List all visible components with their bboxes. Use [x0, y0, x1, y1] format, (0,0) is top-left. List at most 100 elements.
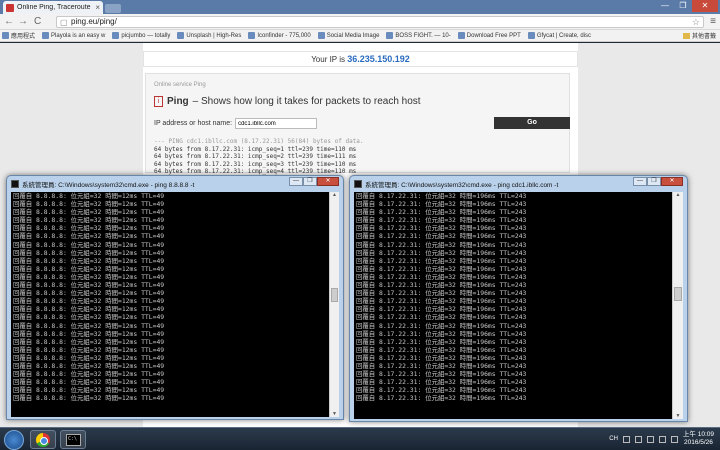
console-line: 回覆自 8.17.22.31: 位元組=32 時間=196ms TTL=243	[356, 240, 527, 249]
taskbar: C:\ CH 上午 10:09 2016/5/26	[0, 427, 720, 450]
console-line: 回覆自 8.17.22.31: 位元組=32 時間=196ms TTL=243	[356, 345, 527, 354]
service-title: i Ping – Shows how long it takes for pac…	[154, 96, 421, 107]
console-window-controls: — ❐ ✕	[289, 177, 339, 186]
taskbar-chrome-button[interactable]	[30, 430, 56, 449]
console-line: 回覆自 8.8.8.8: 位元組=32 時間=12ms TTL=49	[13, 248, 165, 257]
browser-toolbar: ← → C ▢ ping.eu/ping/ ☆ ≡	[0, 14, 720, 30]
console-line: 回覆自 8.17.22.31: 位元組=32 時間=196ms TTL=243	[356, 361, 527, 370]
service-name: Ping	[167, 96, 189, 107]
tab-close-icon[interactable]: ×	[95, 3, 100, 12]
new-tab-button[interactable]	[105, 4, 121, 13]
ip-banner: Your IP is 36.235.150.192	[143, 51, 578, 67]
bookmark-item[interactable]: Social Media Image	[317, 32, 379, 39]
scroll-down-icon[interactable]: ▼	[673, 413, 683, 419]
bookmark-favicon-icon	[527, 32, 535, 39]
network-icon[interactable]	[658, 435, 666, 443]
bookmark-favicon-icon	[112, 32, 120, 39]
address-bar[interactable]: ▢ ping.eu/ping/ ☆	[56, 16, 704, 28]
service-description: – Shows how long it takes for packets to…	[192, 96, 421, 107]
minimize-button[interactable]: —	[289, 177, 303, 186]
console-window-controls: — ❐ ✕	[633, 177, 683, 186]
browser-tab[interactable]: Online Ping, Traceroute ×	[3, 1, 103, 14]
keyboard-icon[interactable]	[622, 435, 630, 443]
cmd-icon	[354, 179, 362, 188]
back-arrow-icon[interactable]: ←	[4, 16, 14, 27]
language-indicator[interactable]: CH	[609, 436, 618, 442]
scroll-up-icon[interactable]: ▲	[330, 192, 339, 198]
console-line: 回覆自 8.17.22.31: 位元組=32 時間=196ms TTL=243	[356, 200, 527, 209]
bookmark-item[interactable]: 應用程式	[2, 31, 35, 40]
browser-tab-bar: Online Ping, Traceroute × — ❐ ✕	[0, 0, 720, 14]
console-window-left[interactable]: 系統管理員: C:\Windows\system32\cmd.exe - pin…	[6, 175, 344, 420]
host-label: IP address or host name:	[154, 120, 233, 127]
ip-address: 36.235.150.192	[347, 54, 410, 64]
minimize-button[interactable]: —	[633, 177, 647, 186]
output-line: 64 bytes from 8.17.22.31: icmp_seq=2 ttl…	[154, 153, 357, 160]
console-line: 回覆自 8.8.8.8: 位元組=32 時間=12ms TTL=49	[13, 345, 165, 354]
service-label: Online service Ping	[154, 82, 206, 88]
cmd-icon	[11, 179, 19, 188]
console-line: 回覆自 8.17.22.31: 位元組=32 時間=196ms TTL=243	[356, 232, 527, 241]
other-bookmarks[interactable]: 其他書籤	[682, 31, 716, 40]
console-line: 回覆自 8.8.8.8: 位元組=32 時間=12ms TTL=49	[13, 313, 165, 322]
console-scrollbar[interactable]: ▲ ▼	[329, 192, 339, 417]
console-line: 回覆自 8.8.8.8: 位元組=32 時間=12ms TTL=49	[13, 329, 165, 338]
ping-service-panel: Online service Ping i Ping – Shows how l…	[145, 73, 570, 176]
start-button[interactable]	[4, 430, 24, 450]
bookmark-item[interactable]: Unsplash | High-Res	[177, 32, 241, 39]
console-output[interactable]: 回覆自 8.17.22.31: 位元組=32 時間=196ms TTL=243 回…	[354, 192, 672, 419]
maximize-button[interactable]: ❐	[647, 177, 661, 186]
forward-arrow-icon[interactable]: →	[18, 16, 28, 27]
volume-icon[interactable]	[670, 435, 678, 443]
scroll-thumb[interactable]	[674, 287, 682, 301]
bookmark-star-icon[interactable]: ☆	[692, 17, 700, 27]
scroll-thumb[interactable]	[331, 288, 338, 302]
maximize-button[interactable]: ❐	[303, 177, 317, 186]
menu-icon[interactable]: ≡	[710, 16, 716, 27]
host-form: IP address or host name:	[154, 118, 318, 129]
bookmark-item[interactable]: BOSS FIGHT. — 10-	[386, 32, 451, 39]
console-line: 回覆自 8.17.22.31: 位元組=32 時間=196ms TTL=243	[356, 370, 527, 379]
close-window-button[interactable]: ✕	[692, 0, 718, 12]
help-icon[interactable]	[634, 435, 642, 443]
reload-icon[interactable]: C	[34, 16, 41, 27]
bookmark-item[interactable]: Iconfinder - 775,000	[248, 32, 311, 39]
console-line: 回覆自 8.17.22.31: 位元組=32 時間=196ms TTL=243	[356, 353, 527, 362]
console-line: 回覆自 8.8.8.8: 位元組=32 時間=12ms TTL=49	[13, 232, 165, 241]
scroll-up-icon[interactable]: ▲	[673, 192, 683, 198]
scroll-down-icon[interactable]: ▼	[330, 411, 339, 417]
console-line: 回覆自 8.8.8.8: 位元組=32 時間=12ms TTL=49	[13, 361, 165, 370]
minimize-button[interactable]: —	[656, 0, 674, 12]
console-scrollbar[interactable]: ▲ ▼	[672, 192, 683, 419]
console-line: 回覆自 8.17.22.31: 位元組=32 時間=196ms TTL=243	[356, 289, 527, 298]
clock[interactable]: 上午 10:09 2016/5/26	[683, 431, 714, 447]
console-window-right[interactable]: 系統管理員: C:\Windows\system32\cmd.exe - pin…	[349, 175, 688, 422]
close-button[interactable]: ✕	[317, 177, 339, 186]
output-header: --- PING cdc1.ibllc.com (8.17.22.31) 56(…	[154, 138, 364, 145]
console-line: 回覆自 8.8.8.8: 位元組=32 時間=12ms TTL=49	[13, 394, 165, 403]
console-line: 回覆自 8.8.8.8: 位元組=32 時間=12ms TTL=49	[13, 281, 165, 290]
taskbar-cmd-button[interactable]: C:\	[60, 430, 86, 449]
chrome-icon	[36, 433, 50, 447]
bookmark-favicon-icon	[317, 32, 325, 39]
clock-date: 2016/5/26	[684, 439, 713, 446]
bookmark-favicon-icon	[42, 32, 50, 39]
bookmark-item[interactable]: Download Free PPT	[457, 32, 521, 39]
ping-output: --- PING cdc1.ibllc.com (8.17.22.31) 56(…	[154, 138, 364, 176]
bookmark-item[interactable]: picjumbo — totally	[112, 32, 170, 39]
close-button[interactable]: ✕	[661, 177, 683, 186]
bookmark-item[interactable]: Gfycat | Create, disc	[527, 32, 591, 39]
console-line: 回覆自 8.17.22.31: 位元組=32 時間=196ms TTL=243	[356, 272, 527, 281]
output-line: 64 bytes from 8.17.22.31: icmp_seq=3 ttl…	[154, 160, 357, 168]
flag-icon[interactable]	[646, 435, 654, 443]
go-button[interactable]: Go	[494, 117, 570, 129]
console-output[interactable]: 回覆自 8.8.8.8: 位元組=32 時間=12ms TTL=49 回覆自 8.…	[11, 192, 329, 417]
console-line: 回覆自 8.8.8.8: 位元組=32 時間=12ms TTL=49	[13, 192, 165, 200]
url-text: ping.eu/ping/	[71, 17, 117, 26]
console-line: 回覆自 8.17.22.31: 位元組=32 時間=196ms TTL=243	[356, 321, 527, 330]
maximize-button[interactable]: ❐	[674, 0, 692, 12]
bookmark-item[interactable]: Playola is an easy w	[42, 32, 105, 39]
host-input[interactable]	[235, 118, 318, 129]
bookmark-favicon-icon	[457, 32, 465, 39]
console-line: 回覆自 8.17.22.31: 位元組=32 時間=196ms TTL=243	[356, 248, 527, 257]
